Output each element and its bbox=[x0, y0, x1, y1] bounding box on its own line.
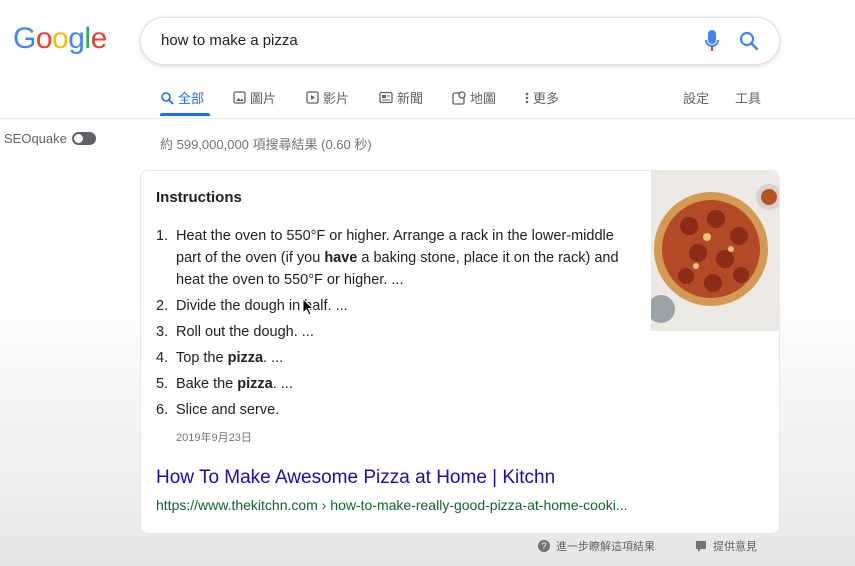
featured-snippet: Instructions 1. Heat the oven to 550°F or… bbox=[140, 170, 780, 534]
logo-letter: G bbox=[13, 22, 36, 55]
logo-letter: o bbox=[35, 22, 53, 55]
header-divider bbox=[0, 118, 855, 119]
google-logo[interactable]: Google bbox=[13, 22, 107, 56]
result-url-link[interactable]: https://www.thekitchn.com › how-to-make-… bbox=[156, 497, 628, 513]
image-icon bbox=[233, 91, 246, 104]
result-stats: 約 599,000,000 項搜尋結果 (0.60 秒) bbox=[160, 137, 372, 152]
video-icon bbox=[306, 91, 319, 104]
list-item: 3. Roll out the dough. ... bbox=[156, 321, 626, 343]
pizza-image[interactable] bbox=[651, 171, 779, 331]
step-text: Slice and serve. bbox=[176, 402, 280, 418]
settings-button[interactable]: 設定 bbox=[683, 88, 709, 107]
step-text: Bake the pizza. ... bbox=[176, 376, 293, 392]
tools-button[interactable]: 工具 bbox=[735, 88, 761, 107]
search-icon[interactable] bbox=[738, 30, 760, 52]
about-result-link[interactable]: ? 進一步瞭解這項結果 bbox=[538, 538, 655, 554]
step-number: 2. bbox=[156, 298, 169, 314]
settings-label: 設定 bbox=[683, 91, 710, 106]
map-icon bbox=[452, 90, 466, 105]
search-box[interactable]: how to make a pizza bbox=[140, 17, 780, 65]
logo-letter: e bbox=[90, 22, 108, 55]
list-item: 1. Heat the oven to 550°F or higher. Arra… bbox=[156, 225, 626, 291]
seoquake-label: SEOquake bbox=[4, 131, 67, 146]
tab-all[interactable]: 全部 bbox=[160, 88, 210, 116]
list-item: 4. Top the pizza. ... bbox=[156, 347, 626, 369]
instruction-list: 1. Heat the oven to 550°F or higher. Arra… bbox=[156, 225, 626, 425]
active-tab-indicator bbox=[160, 113, 210, 116]
tab-label: 更多 bbox=[533, 91, 560, 106]
tab-label: 圖片 bbox=[250, 91, 277, 106]
logo-letter: o bbox=[52, 22, 69, 55]
tab-videos[interactable]: 影片 bbox=[306, 88, 349, 107]
step-text: Heat the oven to 550°F or higher. Arrang… bbox=[176, 228, 619, 288]
step-text: Roll out the dough. ... bbox=[176, 324, 314, 340]
list-item: 2. Divide the dough in half. ... bbox=[156, 295, 626, 317]
tools-label: 工具 bbox=[735, 91, 762, 106]
list-item: 5. Bake the pizza. ... bbox=[156, 373, 626, 395]
step-number: 6. bbox=[156, 402, 169, 418]
step-number: 3. bbox=[156, 324, 169, 340]
tab-more[interactable]: 更多 bbox=[525, 88, 559, 107]
tab-news[interactable]: 新聞 bbox=[379, 88, 423, 107]
search-icon bbox=[161, 91, 174, 105]
tab-maps[interactable]: 地圖 bbox=[452, 88, 496, 107]
tab-label: 新聞 bbox=[397, 91, 424, 106]
tab-label: 影片 bbox=[323, 91, 350, 106]
seoquake-toggle[interactable]: SEOquake bbox=[4, 131, 96, 146]
search-input[interactable]: how to make a pizza bbox=[161, 32, 298, 49]
svg-text:?: ? bbox=[541, 541, 546, 551]
feedback-icon bbox=[696, 541, 706, 552]
mouse-cursor-icon bbox=[302, 298, 314, 316]
feedback-label: 提供意見 bbox=[713, 541, 757, 553]
tab-label: 地圖 bbox=[470, 91, 497, 106]
list-item: 6. Slice and serve. bbox=[156, 399, 626, 421]
toggle-switch[interactable] bbox=[71, 132, 96, 145]
result-title-link[interactable]: How To Make Awesome Pizza at Home | Kitc… bbox=[156, 467, 555, 489]
step-number: 4. bbox=[156, 350, 169, 366]
news-icon bbox=[379, 91, 393, 104]
mic-icon[interactable] bbox=[704, 29, 720, 53]
about-result-label: 進一步瞭解這項結果 bbox=[556, 541, 655, 553]
tab-images[interactable]: 圖片 bbox=[233, 88, 276, 107]
snippet-date: 2019年9月23日 bbox=[176, 432, 252, 444]
step-number: 1. bbox=[156, 228, 169, 244]
step-text: Top the pizza. ... bbox=[176, 350, 284, 366]
tab-label: 全部 bbox=[178, 91, 205, 106]
step-number: 5. bbox=[156, 376, 169, 392]
feedback-link[interactable]: 提供意見 bbox=[695, 538, 757, 554]
snippet-heading: Instructions bbox=[156, 189, 242, 206]
logo-letter: g bbox=[68, 22, 85, 55]
help-icon: ? bbox=[538, 540, 550, 552]
more-icon bbox=[525, 92, 529, 103]
step-text: Divide the dough in half. ... bbox=[176, 298, 348, 314]
